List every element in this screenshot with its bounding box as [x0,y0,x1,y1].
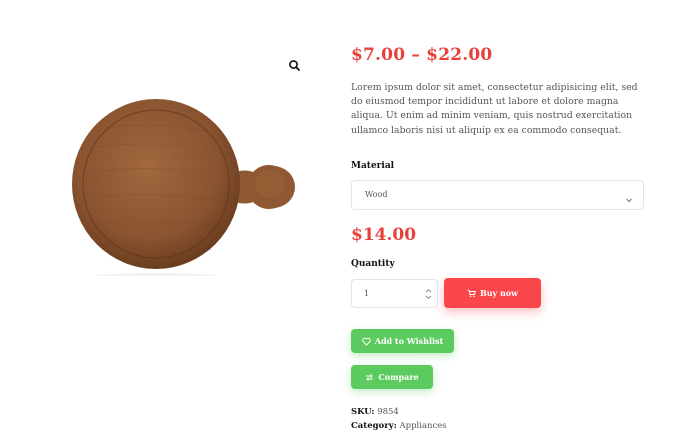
category-row: Category: Appliances [351,421,447,431]
buy-now-button[interactable]: Buy now [444,278,541,308]
quantity-stepper[interactable]: 1 [351,279,438,308]
sku-label: SKU: [351,407,375,417]
compare-button[interactable]: Compare [351,365,433,389]
product-gallery [0,0,330,433]
material-select-value: Wood [365,190,388,199]
buy-now-label: Buy now [479,288,519,298]
cart-icon [467,289,476,298]
search-icon[interactable] [286,57,304,75]
material-select[interactable]: Wood [351,180,644,210]
sku-row: SKU: 9854 [351,407,399,417]
sku-value: 9854 [377,407,399,417]
compare-arrows-icon [365,373,374,382]
compare-label: Compare [378,372,419,382]
product-description: Lorem ipsum dolor sit amet, consectetur … [351,82,638,136]
heart-icon [362,337,371,346]
category-link[interactable]: Appliances [399,421,446,431]
price-range: $7.00 – $22.00 [351,45,493,65]
material-label: Material [351,161,395,171]
product-image[interactable] [70,98,300,276]
chevron-down-icon [624,190,634,203]
quantity-label: Quantity [351,259,395,269]
category-label: Category: [351,421,397,431]
wishlist-label: Add to Wishlist [374,336,444,346]
add-to-wishlist-button[interactable]: Add to Wishlist [351,329,454,353]
quantity-value: 1 [364,289,370,298]
variation-price: $14.00 [351,225,417,245]
stepper-arrows-icon[interactable] [424,286,433,302]
